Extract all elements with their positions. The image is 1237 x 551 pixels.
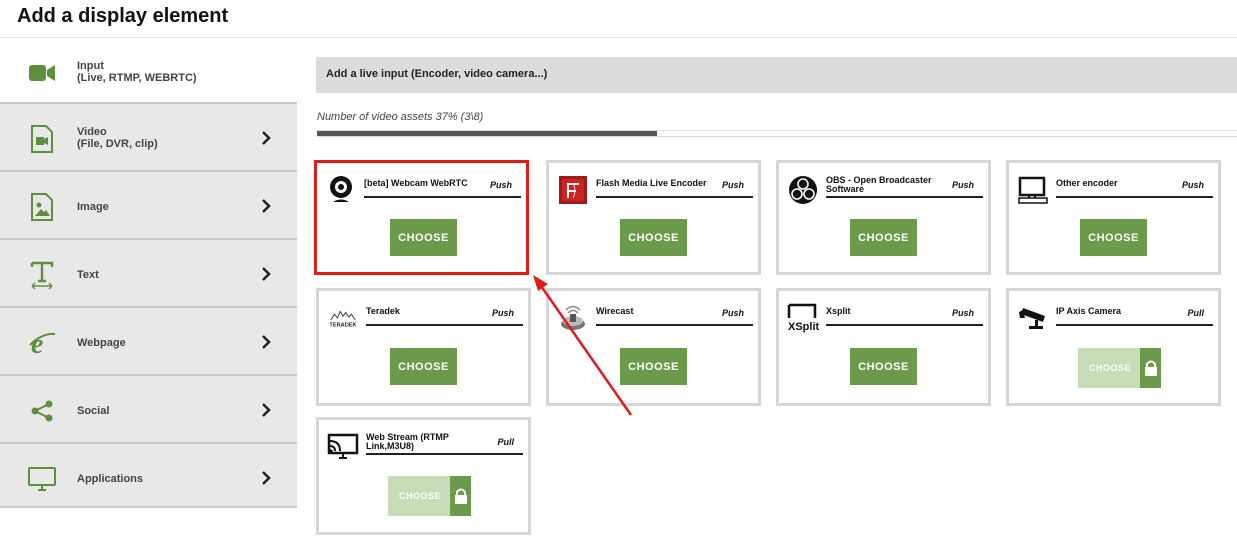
progress-fill <box>317 131 658 136</box>
card-type: Pull <box>497 437 514 447</box>
sidebar-item-label: Video <box>77 126 107 138</box>
card-divider <box>826 196 983 198</box>
card-type: Push <box>721 180 744 190</box>
sidebar-item-video[interactable]: Video (File, DVR, clip) <box>0 102 297 170</box>
card-divider <box>826 324 983 326</box>
card-type: Push <box>951 180 974 190</box>
card-type: Pull <box>1187 308 1204 318</box>
chevron-right-icon <box>262 199 271 213</box>
card-flash-media-live-encoder[interactable]: Flash Media Live Encoder Push CHOOSE <box>546 160 761 275</box>
webpage-icon: e <box>27 328 57 358</box>
card-name: Flash Media Live Encoder <box>596 178 707 188</box>
sidebar-item-social[interactable]: Social <box>0 374 297 442</box>
card-divider <box>1056 324 1213 326</box>
lock-icon <box>450 476 471 516</box>
card-divider <box>366 453 523 455</box>
monitor-icon <box>27 464 57 494</box>
card-type: Push <box>489 180 512 190</box>
card-name: Wirecast <box>596 306 634 316</box>
card-divider <box>596 324 753 326</box>
computer-icon <box>1017 174 1049 206</box>
sidebar-footer <box>0 506 297 551</box>
sidebar-item-image[interactable]: Image <box>0 170 297 238</box>
card-name: OBS - Open Broadcaster Software <box>826 175 932 194</box>
card-wirecast[interactable]: Wirecast Push CHOOSE <box>546 288 761 406</box>
sidebar-item-text[interactable]: Text <box>0 238 297 306</box>
card-type: Push <box>491 308 514 318</box>
choose-button[interactable]: CHOOSE <box>850 219 917 256</box>
chevron-right-icon <box>262 471 271 485</box>
card-name: Xsplit <box>826 306 851 316</box>
svg-text:XSplit: XSplit <box>788 321 819 333</box>
wirecast-icon <box>557 302 589 334</box>
card-divider <box>1056 196 1213 198</box>
chevron-right-icon <box>262 335 271 349</box>
card-obs[interactable]: OBS - Open Broadcaster Software Push CHO… <box>776 160 991 275</box>
card-name: [beta] Webcam WebRTC <box>364 178 468 188</box>
card-web-stream[interactable]: Web Stream (RTMP Link,M3U8) Pull CHOOSE <box>316 417 531 535</box>
sidebar-item-sublabel: (Live, RTMP, WEBRTC) <box>77 72 197 84</box>
teradek-logo: TERADEK <box>327 302 359 334</box>
section-header-title: Add a live input (Encoder, video camera.… <box>326 68 548 80</box>
page-title: Add a display element <box>17 5 229 27</box>
chevron-right-icon <box>262 131 271 145</box>
video-file-icon <box>27 124 57 154</box>
title-bar: Add a display element <box>0 0 1237 38</box>
obs-icon <box>787 174 819 206</box>
sidebar-item-sublabel: (File, DVR, clip) <box>77 138 158 150</box>
chevron-right-icon <box>262 403 271 417</box>
card-name: IP Axis Camera <box>1056 306 1122 316</box>
card-xsplit[interactable]: XSplit Xsplit Push CHOOSE <box>776 288 991 406</box>
card-name: Other encoder <box>1056 178 1118 188</box>
card-type: Push <box>1181 180 1204 190</box>
cast-screen-icon <box>327 431 359 463</box>
image-icon <box>27 192 57 222</box>
sidebar-item-label: Applications <box>77 473 144 485</box>
choose-button[interactable]: CHOOSE <box>850 348 917 385</box>
video-camera-icon <box>27 58 57 88</box>
sidebar-item-label: Webpage <box>77 337 126 349</box>
sidebar-item-label: Text <box>77 269 99 281</box>
card-teradek[interactable]: TERADEK Teradek Push CHOOSE <box>316 288 531 406</box>
card-ip-axis-camera[interactable]: IP Axis Camera Pull CHOOSE <box>1006 288 1221 406</box>
progress-bar <box>317 130 1237 137</box>
text-icon <box>27 260 57 290</box>
chevron-right-icon <box>262 267 271 281</box>
card-webcam-webrtc[interactable]: [beta] Webcam WebRTC Push CHOOSE <box>314 160 529 275</box>
card-divider <box>364 196 521 198</box>
choose-button-locked[interactable]: CHOOSE <box>388 476 450 516</box>
flash-icon <box>557 174 589 206</box>
choose-button-locked[interactable]: CHOOSE <box>1078 348 1140 388</box>
sidebar-item-label: Input <box>77 60 104 72</box>
webcam-icon <box>325 174 357 206</box>
choose-button[interactable]: CHOOSE <box>1080 219 1147 256</box>
card-type: Push <box>951 308 974 318</box>
card-type: Push <box>721 308 744 318</box>
card-divider <box>596 196 753 198</box>
xsplit-logo: XSplit <box>787 302 819 334</box>
sidebar-item-label: Image <box>77 201 109 213</box>
choose-button[interactable]: CHOOSE <box>390 219 457 256</box>
sidebar-item-applications[interactable]: Applications <box>0 442 297 508</box>
sidebar-item-label: Social <box>77 405 110 417</box>
card-name: Teradek <box>366 306 400 316</box>
share-icon <box>27 396 57 426</box>
card-divider <box>366 324 523 326</box>
progress-label: Number of video assets 37% (3\8) <box>317 111 484 123</box>
card-name: Web Stream (RTMP Link,M3U8) <box>366 432 449 451</box>
section-header: Add a live input (Encoder, video camera.… <box>316 57 1237 93</box>
lock-icon <box>1140 348 1161 388</box>
sidebar-item-input[interactable]: Input (Live, RTMP, WEBRTC) <box>0 38 297 102</box>
choose-button[interactable]: CHOOSE <box>390 348 457 385</box>
svg-text:TERADEK: TERADEK <box>329 322 357 328</box>
choose-button[interactable]: CHOOSE <box>620 219 687 256</box>
security-camera-icon <box>1017 302 1049 334</box>
card-other-encoder[interactable]: Other encoder Push CHOOSE <box>1006 160 1221 275</box>
sidebar: Input (Live, RTMP, WEBRTC) Video (File, … <box>0 38 297 551</box>
choose-button[interactable]: CHOOSE <box>620 348 687 385</box>
sidebar-item-webpage[interactable]: e Webpage <box>0 306 297 374</box>
